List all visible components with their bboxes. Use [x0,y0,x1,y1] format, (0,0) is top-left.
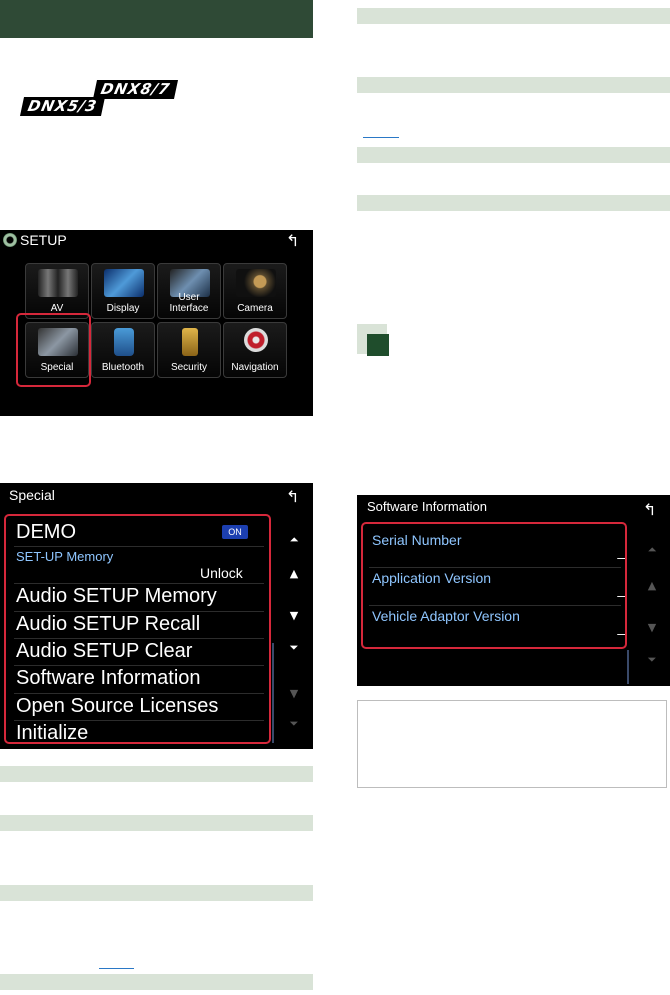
section-band [0,766,313,782]
section-header-bar [0,0,313,38]
scroll-bottom-icon[interactable]: ⏷ [286,717,302,731]
section-band [357,195,670,211]
gear-icon [3,233,17,247]
tile-bluetooth[interactable]: Bluetooth [91,322,155,378]
section-band [357,77,670,93]
tile-user-interface[interactable]: User Interface [157,263,221,319]
highlight-frame [16,313,91,387]
scroll-top-icon[interactable]: ⏶ [644,543,660,557]
scroll-bottom-icon[interactable]: ⏷ [644,653,660,667]
tile-label: Bluetooth [101,362,145,373]
camera-icon [236,269,276,297]
scroll-up-icon[interactable]: ▲ [644,579,660,592]
tile-navigation[interactable]: Navigation [223,322,287,378]
scroll-down-icon[interactable]: ▼ [286,687,302,700]
highlight-frame [4,514,271,744]
tile-label: User Interface [169,292,209,314]
av-icon [38,269,78,297]
highlight-frame [361,522,627,649]
software-information-screen: Software Information ↰ Serial Number – A… [357,495,670,686]
model-badge-dnx53: DNX5/3 [19,97,105,116]
section-band [0,885,313,901]
back-arrow-icon[interactable]: ↰ [286,487,299,506]
tile-security[interactable]: Security [157,322,221,378]
scroll-up-icon[interactable]: ▲ [286,567,302,580]
tile-display[interactable]: Display [91,263,155,319]
scroll-bottom-icon[interactable]: ⏷ [286,641,302,655]
page-link[interactable] [363,137,399,138]
tile-label: Security [170,362,208,373]
scrollbar[interactable] [272,643,274,743]
section-band [357,8,670,24]
back-arrow-icon[interactable]: ↰ [643,500,656,519]
tile-label: Camera [237,303,273,314]
scrollbar[interactable] [627,650,629,684]
tile-label: Navigation [231,362,279,373]
setup-screen: SETUP ↰ AV Display User Interface Camera… [0,230,313,416]
setup-title: SETUP [20,232,67,248]
lock-icon [182,328,198,356]
compass-icon [244,328,268,352]
section-band [0,974,313,990]
tile-camera[interactable]: Camera [223,263,287,319]
bluetooth-icon [114,328,134,356]
scroll-top-icon[interactable]: ⏶ [286,533,302,547]
scroll-down-icon[interactable]: ▼ [644,621,660,634]
step-marker [367,334,389,356]
model-badge-dnx87: DNX8/7 [92,80,178,99]
special-title: Special [9,487,55,503]
display-icon [104,269,144,297]
software-information-title: Software Information [367,499,487,514]
back-arrow-icon[interactable]: ↰ [286,231,299,250]
page-link[interactable] [99,968,134,969]
section-band [357,147,670,163]
note-box [357,700,667,788]
section-band [0,815,313,831]
scroll-down-icon[interactable]: ▼ [286,609,302,622]
special-screen: Special ↰ DEMO ON SET-UP Memory Unlock A… [0,483,313,749]
tile-label: Display [106,303,140,314]
tile-av[interactable]: AV [25,263,89,319]
